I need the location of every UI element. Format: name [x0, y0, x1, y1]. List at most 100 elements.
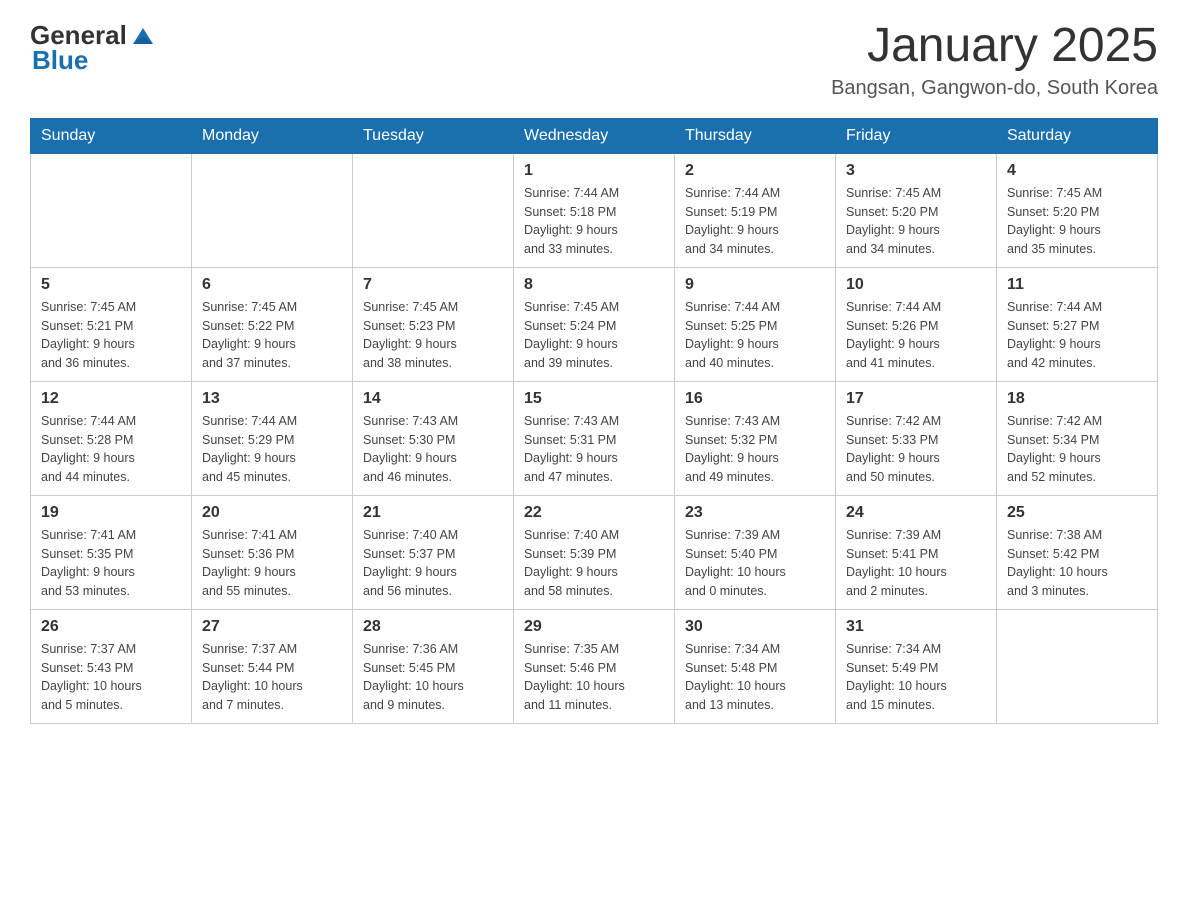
weekday-header-tuesday: Tuesday [353, 118, 514, 153]
day-info: Sunrise: 7:35 AMSunset: 5:46 PMDaylight:… [524, 640, 664, 715]
day-info: Sunrise: 7:42 AMSunset: 5:33 PMDaylight:… [846, 412, 986, 487]
calendar-cell: 10 Sunrise: 7:44 AMSunset: 5:26 PMDayligh… [836, 267, 997, 381]
day-info: Sunrise: 7:39 AMSunset: 5:41 PMDaylight:… [846, 526, 986, 601]
day-number: 27 [202, 618, 342, 636]
day-number: 4 [1007, 162, 1147, 180]
calendar-cell: 9Sunrise: 7:44 AMSunset: 5:25 PMDaylight… [675, 267, 836, 381]
calendar-cell: 31 Sunrise: 7:34 AMSunset: 5:49 PMDayligh… [836, 609, 997, 723]
day-info: Sunrise: 7:44 AMSunset: 5:19 PMDaylight:… [685, 184, 825, 259]
day-number: 21 [363, 504, 503, 522]
day-info: Sunrise: 7:37 AMSunset: 5:43 PMDaylight:… [41, 640, 181, 715]
title-section: January 2025 Bangsan, Gangwon-do, South … [831, 20, 1158, 100]
day-number: 29 [524, 618, 664, 636]
logo: General Blue [30, 20, 157, 76]
calendar-cell: 18 Sunrise: 7:42 AMSunset: 5:34 PMDayligh… [997, 381, 1158, 495]
calendar-cell: 23 Sunrise: 7:39 AMSunset: 5:40 PMDayligh… [675, 495, 836, 609]
calendar-body: 1Sunrise: 7:44 AMSunset: 5:18 PMDaylight… [31, 153, 1158, 723]
day-number: 6 [202, 276, 342, 294]
day-number: 26 [41, 618, 181, 636]
day-info: Sunrise: 7:45 AMSunset: 5:23 PMDaylight:… [363, 298, 503, 373]
day-number: 1 [524, 162, 664, 180]
calendar-cell: 5Sunrise: 7:45 AMSunset: 5:21 PMDaylight… [31, 267, 192, 381]
calendar-cell: 16 Sunrise: 7:43 AMSunset: 5:32 PMDayligh… [675, 381, 836, 495]
day-number: 22 [524, 504, 664, 522]
day-number: 19 [41, 504, 181, 522]
calendar-subtitle: Bangsan, Gangwon-do, South Korea [831, 77, 1158, 100]
day-number: 8 [524, 276, 664, 294]
logo-blue-text: Blue [32, 45, 88, 76]
calendar-cell: 21 Sunrise: 7:40 AMSunset: 5:37 PMDayligh… [353, 495, 514, 609]
day-info: Sunrise: 7:34 AMSunset: 5:49 PMDaylight:… [846, 640, 986, 715]
calendar-week-3: 12Sunrise: 7:44 AMSunset: 5:28 PMDayligh… [31, 381, 1158, 495]
day-info: Sunrise: 7:45 AMSunset: 5:20 PMDaylight:… [1007, 184, 1147, 259]
day-info: Sunrise: 7:39 AMSunset: 5:40 PMDaylight:… [685, 526, 825, 601]
day-info: Sunrise: 7:45 AMSunset: 5:22 PMDaylight:… [202, 298, 342, 373]
day-number: 23 [685, 504, 825, 522]
day-info: Sunrise: 7:44 AMSunset: 5:27 PMDaylight:… [1007, 298, 1147, 373]
calendar-cell: 13Sunrise: 7:44 AMSunset: 5:29 PMDayligh… [192, 381, 353, 495]
calendar-table: SundayMondayTuesdayWednesdayThursdayFrid… [30, 118, 1158, 724]
day-info: Sunrise: 7:41 AMSunset: 5:36 PMDaylight:… [202, 526, 342, 601]
calendar-cell: 27 Sunrise: 7:37 AMSunset: 5:44 PMDayligh… [192, 609, 353, 723]
day-info: Sunrise: 7:44 AMSunset: 5:26 PMDaylight:… [846, 298, 986, 373]
calendar-cell: 29 Sunrise: 7:35 AMSunset: 5:46 PMDayligh… [514, 609, 675, 723]
day-number: 17 [846, 390, 986, 408]
day-info: Sunrise: 7:44 AMSunset: 5:29 PMDaylight:… [202, 412, 342, 487]
calendar-cell: 8 Sunrise: 7:45 AMSunset: 5:24 PMDaylight… [514, 267, 675, 381]
calendar-cell: 19 Sunrise: 7:41 AMSunset: 5:35 PMDayligh… [31, 495, 192, 609]
day-number: 7 [363, 276, 503, 294]
calendar-cell: 26 Sunrise: 7:37 AMSunset: 5:43 PMDayligh… [31, 609, 192, 723]
calendar-cell: 11Sunrise: 7:44 AMSunset: 5:27 PMDayligh… [997, 267, 1158, 381]
day-info: Sunrise: 7:43 AMSunset: 5:30 PMDaylight:… [363, 412, 503, 487]
calendar-week-2: 5Sunrise: 7:45 AMSunset: 5:21 PMDaylight… [31, 267, 1158, 381]
calendar-cell: 28 Sunrise: 7:36 AMSunset: 5:45 PMDayligh… [353, 609, 514, 723]
page-header: General Blue January 2025 Bangsan, Gangw… [30, 20, 1158, 100]
calendar-cell: 17 Sunrise: 7:42 AMSunset: 5:33 PMDayligh… [836, 381, 997, 495]
day-info: Sunrise: 7:44 AMSunset: 5:25 PMDaylight:… [685, 298, 825, 373]
day-number: 30 [685, 618, 825, 636]
day-info: Sunrise: 7:38 AMSunset: 5:42 PMDaylight:… [1007, 526, 1147, 601]
calendar-cell [192, 153, 353, 267]
calendar-cell: 6 Sunrise: 7:45 AMSunset: 5:22 PMDaylight… [192, 267, 353, 381]
day-info: Sunrise: 7:40 AMSunset: 5:39 PMDaylight:… [524, 526, 664, 601]
day-info: Sunrise: 7:36 AMSunset: 5:45 PMDaylight:… [363, 640, 503, 715]
calendar-cell: 22 Sunrise: 7:40 AMSunset: 5:39 PMDayligh… [514, 495, 675, 609]
day-number: 18 [1007, 390, 1147, 408]
calendar-cell: 12Sunrise: 7:44 AMSunset: 5:28 PMDayligh… [31, 381, 192, 495]
day-info: Sunrise: 7:45 AMSunset: 5:21 PMDaylight:… [41, 298, 181, 373]
weekday-header-wednesday: Wednesday [514, 118, 675, 153]
calendar-cell: 15 Sunrise: 7:43 AMSunset: 5:31 PMDayligh… [514, 381, 675, 495]
day-number: 31 [846, 618, 986, 636]
day-number: 12 [41, 390, 181, 408]
calendar-cell: 14 Sunrise: 7:43 AMSunset: 5:30 PMDayligh… [353, 381, 514, 495]
calendar-cell: 25Sunrise: 7:38 AMSunset: 5:42 PMDayligh… [997, 495, 1158, 609]
day-number: 2 [685, 162, 825, 180]
day-number: 28 [363, 618, 503, 636]
day-number: 3 [846, 162, 986, 180]
calendar-cell: 1Sunrise: 7:44 AMSunset: 5:18 PMDaylight… [514, 153, 675, 267]
day-number: 16 [685, 390, 825, 408]
day-number: 14 [363, 390, 503, 408]
day-info: Sunrise: 7:43 AMSunset: 5:32 PMDaylight:… [685, 412, 825, 487]
day-info: Sunrise: 7:45 AMSunset: 5:20 PMDaylight:… [846, 184, 986, 259]
calendar-week-1: 1Sunrise: 7:44 AMSunset: 5:18 PMDaylight… [31, 153, 1158, 267]
day-info: Sunrise: 7:45 AMSunset: 5:24 PMDaylight:… [524, 298, 664, 373]
calendar-cell: 7 Sunrise: 7:45 AMSunset: 5:23 PMDaylight… [353, 267, 514, 381]
weekday-header-friday: Friday [836, 118, 997, 153]
day-number: 15 [524, 390, 664, 408]
calendar-cell [31, 153, 192, 267]
day-info: Sunrise: 7:41 AMSunset: 5:35 PMDaylight:… [41, 526, 181, 601]
day-number: 24 [846, 504, 986, 522]
calendar-cell: 30Sunrise: 7:34 AMSunset: 5:48 PMDayligh… [675, 609, 836, 723]
day-number: 10 [846, 276, 986, 294]
weekday-header-saturday: Saturday [997, 118, 1158, 153]
calendar-cell: 20 Sunrise: 7:41 AMSunset: 5:36 PMDayligh… [192, 495, 353, 609]
day-info: Sunrise: 7:40 AMSunset: 5:37 PMDaylight:… [363, 526, 503, 601]
calendar-cell: 24 Sunrise: 7:39 AMSunset: 5:41 PMDayligh… [836, 495, 997, 609]
calendar-cell: 3 Sunrise: 7:45 AMSunset: 5:20 PMDaylight… [836, 153, 997, 267]
day-number: 20 [202, 504, 342, 522]
day-info: Sunrise: 7:43 AMSunset: 5:31 PMDaylight:… [524, 412, 664, 487]
logo-icon [129, 22, 157, 50]
day-info: Sunrise: 7:42 AMSunset: 5:34 PMDaylight:… [1007, 412, 1147, 487]
day-info: Sunrise: 7:37 AMSunset: 5:44 PMDaylight:… [202, 640, 342, 715]
